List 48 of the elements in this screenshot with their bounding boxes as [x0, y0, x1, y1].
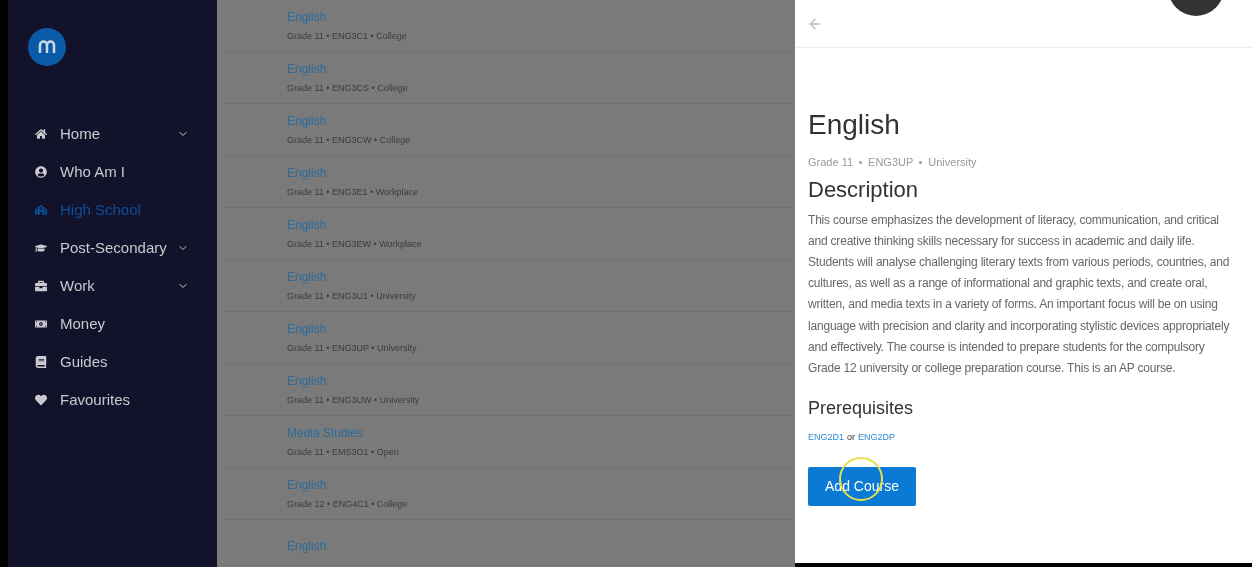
nav-item[interactable]: High School	[8, 191, 217, 229]
nav-item[interactable]: Money	[8, 305, 217, 343]
nav-label: High School	[60, 199, 142, 220]
course-title[interactable]: English	[287, 372, 792, 389]
nav-item[interactable]: Post-Secondary	[8, 229, 217, 267]
course-title[interactable]: English	[287, 476, 792, 493]
dot-separator-icon	[919, 160, 923, 164]
course-title[interactable]: English	[287, 8, 792, 25]
nav-item[interactable]: Work	[8, 267, 217, 305]
nav-label: Money	[60, 313, 107, 334]
nav-icon	[35, 318, 47, 330]
nav-item[interactable]: Who Am I	[8, 153, 217, 191]
prerequisite-link[interactable]: ENG2D1	[808, 431, 844, 445]
prerequisite-link[interactable]: ENG2DP	[858, 431, 896, 445]
course-title[interactable]: English	[287, 60, 792, 77]
course-title[interactable]: Media Studies	[287, 424, 792, 441]
nav-label: Work	[60, 275, 96, 296]
nav-label: Favourites	[60, 389, 132, 410]
nav-label: Post-Secondary	[60, 237, 168, 258]
nav-icon	[35, 204, 47, 216]
nav-item[interactable]: Favourites	[8, 381, 217, 419]
nav-icon	[35, 242, 47, 254]
description-text: This course emphasizes the development of literacy, communication, and critical and creative thinking skills necessary for success in academic and daily life. Students will analyse challenging literary texts from various periods, countries, and cultures, as well as a range of informational and graphic texts, and create oral, written, and media texts in a variety of forms. An important focus will be on using language with precision and clarity and incorporating stylistic devices appropriately and effectively. The course is intended to prepare students for the compulsory Grade 12 university or college preparation course. This is an AP course.	[808, 211, 1231, 377]
nav-label: Home	[60, 123, 101, 144]
nav-item[interactable]: Home	[8, 115, 217, 153]
nav-label: Who Am I	[60, 161, 127, 182]
nav-icon	[35, 356, 47, 368]
course-title[interactable]: English	[287, 268, 792, 285]
course-title[interactable]: English	[287, 320, 792, 337]
course-title[interactable]: English	[287, 164, 792, 181]
logo-icon[interactable]	[28, 28, 66, 66]
nav-icon	[35, 280, 47, 292]
nav-label: Guides	[60, 351, 109, 372]
course-title[interactable]: English	[287, 537, 792, 554]
nav-icon	[35, 128, 47, 140]
course-meta: Grade 11	[808, 155, 854, 170]
section-heading: Prerequisites	[808, 397, 915, 421]
course-meta: University	[928, 155, 977, 170]
nav-icon	[35, 166, 47, 178]
course-title[interactable]: English	[287, 216, 792, 233]
course-heading: English	[808, 108, 901, 142]
section-heading: Description	[808, 175, 920, 204]
dot-separator-icon	[859, 160, 863, 164]
joiner-text: or	[847, 431, 856, 445]
course-meta: ENG3UP	[868, 155, 914, 170]
nav-item[interactable]: Guides	[8, 343, 217, 381]
course-title[interactable]: English	[287, 112, 792, 129]
nav-icon	[35, 394, 47, 406]
